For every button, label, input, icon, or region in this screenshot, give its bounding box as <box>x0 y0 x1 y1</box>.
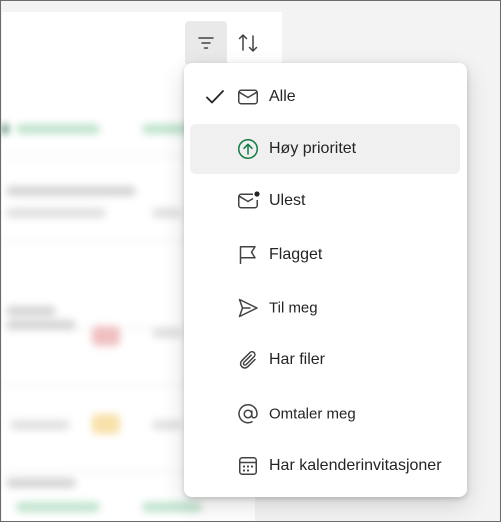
menu-item-high-priority[interactable]: Høy prioritet <box>190 124 460 174</box>
send-icon <box>238 298 258 318</box>
menu-item-has-files[interactable]: Har filer <box>190 335 460 385</box>
menu-item-label: Til meg <box>269 299 318 317</box>
menu-item-label: Ulest <box>269 192 306 209</box>
menu-item-to-me[interactable]: Til meg <box>190 283 460 333</box>
mail-unread-icon <box>238 191 260 209</box>
menu-item-label: Alle <box>269 88 296 105</box>
mail-icon <box>238 89 258 105</box>
menu-item-unread[interactable]: Ulest <box>190 176 460 226</box>
filter-button[interactable] <box>185 21 227 65</box>
menu-item-label: Omtaler meg <box>269 405 356 423</box>
menu-item-label: Høy prioritet <box>269 140 357 157</box>
filter-menu: Alle Høy prioritet Ulest Flagget Til meg <box>184 63 467 497</box>
attach-icon <box>239 350 256 369</box>
sort-arrows-icon <box>238 34 258 52</box>
checkmark-icon <box>206 90 224 104</box>
filter-icon <box>198 37 214 49</box>
arrow-up-circle-icon <box>238 139 258 159</box>
menu-item-label: Har kalenderinvitasjoner <box>269 457 442 474</box>
menu-item-flagged[interactable]: Flagget <box>190 230 460 280</box>
menu-item-mentions-me[interactable]: Omtaler meg <box>190 389 460 439</box>
mention-icon <box>238 404 258 424</box>
menu-item-alle[interactable]: Alle <box>190 72 460 122</box>
flag-icon <box>239 246 256 264</box>
menu-item-label: Har filer <box>269 351 326 368</box>
menu-item-label: Flagget <box>269 246 323 263</box>
calendar-icon <box>239 457 257 475</box>
list-header <box>2 12 282 70</box>
sort-button[interactable] <box>230 21 266 65</box>
menu-item-calendar-invites[interactable]: Har kalenderinvitasjoner <box>190 441 460 491</box>
